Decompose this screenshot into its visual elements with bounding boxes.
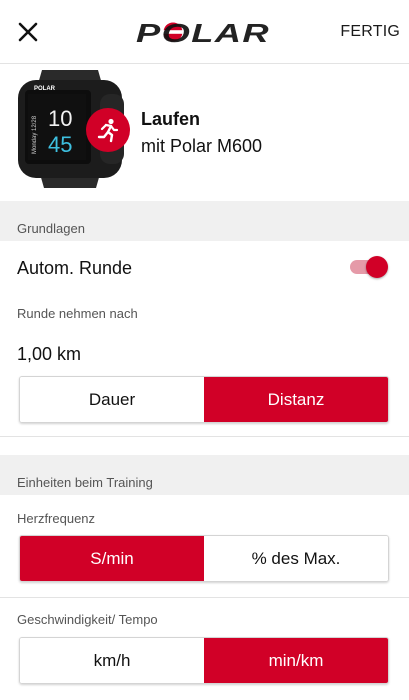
watch-brand: POLAR	[34, 86, 56, 92]
running-icon	[97, 118, 119, 143]
auto-lap-toggle[interactable]	[350, 255, 388, 279]
section-title-units: Einheiten beim Training	[17, 475, 153, 490]
auto-lap-label: Autom. Runde	[17, 258, 133, 278]
section-title-basics: Grundlagen	[17, 221, 85, 236]
heart-rate-unit-selector: S/min % des Max.	[19, 535, 389, 582]
close-button[interactable]	[14, 18, 42, 46]
sport-badge	[86, 108, 130, 152]
watch-hour: 10	[48, 106, 72, 131]
section-header-units: Einheiten beim Training	[0, 455, 409, 495]
lap-after-label: Runde nehmen nach	[17, 306, 138, 321]
segment-percent-max[interactable]: % des Max.	[204, 536, 388, 581]
top-bar: POLAR FERTIG	[0, 0, 409, 64]
segment-distance[interactable]: Distanz	[204, 377, 388, 422]
watch-minute: 45	[48, 132, 72, 157]
sport-title: Laufen	[141, 109, 201, 129]
segment-duration[interactable]: Dauer	[20, 377, 204, 422]
sport-subtitle: mit Polar M600	[141, 136, 263, 156]
segment-min-per-km[interactable]: min/km	[204, 638, 388, 683]
section-header-basics: Grundlagen	[0, 201, 409, 241]
speed-label: Geschwindigkeit/ Tempo	[17, 612, 158, 627]
close-icon	[18, 22, 38, 42]
logo-text: POLAR	[136, 18, 270, 48]
polar-logo: POLAR	[136, 18, 270, 48]
sport-profile-hero: POLAR Monday 12/28 10 45	[0, 65, 409, 200]
lap-after-value[interactable]: 1,00 km	[17, 344, 81, 365]
lap-mode-selector: Dauer Distanz	[19, 376, 389, 423]
divider	[0, 436, 409, 437]
toggle-knob	[366, 256, 388, 278]
segment-bpm[interactable]: S/min	[20, 536, 204, 581]
segment-kmh[interactable]: km/h	[20, 638, 204, 683]
watch-date: Monday 12/28	[32, 115, 38, 154]
divider	[0, 597, 409, 598]
done-button[interactable]: FERTIG	[340, 23, 400, 41]
heart-rate-label: Herzfrequenz	[17, 511, 96, 526]
speed-unit-selector: km/h min/km	[19, 637, 389, 684]
